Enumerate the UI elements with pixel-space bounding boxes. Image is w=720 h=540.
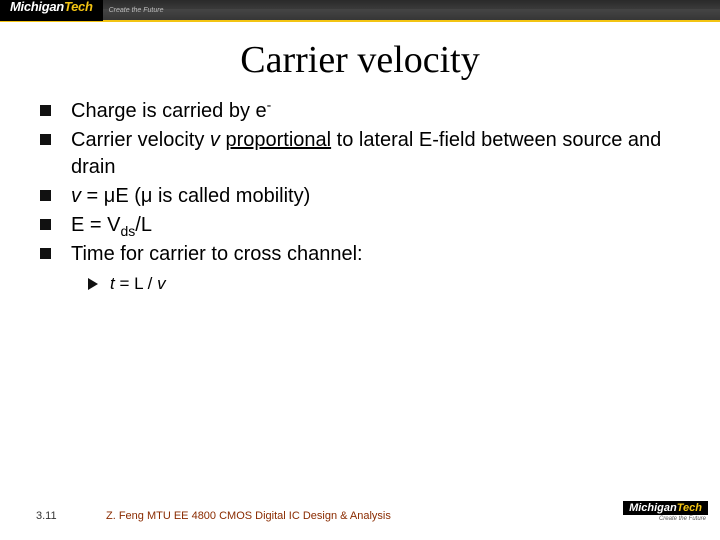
- text-underline: proportional: [225, 129, 331, 151]
- logo-text-tech: Tech: [64, 0, 93, 14]
- footer-logo-michigan: Michigan: [629, 502, 677, 514]
- footer-course: Z. Feng MTU EE 4800 CMOS Digital IC Desi…: [106, 510, 391, 522]
- header-tagline: Create the Future: [109, 7, 164, 14]
- square-bullet-icon: [40, 219, 51, 230]
- bullet-item: Time for carrier to cross channel:: [40, 241, 690, 268]
- bullet-item: v = μE (μ is called mobility): [40, 183, 690, 210]
- text: Charge is carried by e: [71, 100, 267, 122]
- triangle-bullet-icon: [88, 278, 98, 290]
- text-sub: ds: [120, 223, 135, 239]
- text-italic: v: [210, 129, 220, 151]
- footer: 3.11 Z. Feng MTU EE 4800 CMOS Digital IC…: [0, 502, 720, 530]
- bullet-text: Carrier velocity v proportional to later…: [71, 127, 690, 181]
- bullet-text: Charge is carried by e-: [71, 98, 690, 125]
- sub-bullet-item: t = L / v: [88, 274, 690, 294]
- bullet-item: Charge is carried by e-: [40, 98, 690, 125]
- square-bullet-icon: [40, 248, 51, 259]
- text: =: [81, 185, 104, 207]
- slide: MichiganTech Create the Future Carrier v…: [0, 0, 720, 540]
- page-number: 3.11: [36, 510, 96, 522]
- text-italic: v: [157, 274, 166, 293]
- logo-text-michigan: Michigan: [10, 0, 64, 14]
- bullet-item: E = Vds/L: [40, 212, 690, 239]
- text: is called mobility): [152, 185, 310, 207]
- sub-bullet-text: t = L / v: [110, 274, 166, 294]
- footer-logo-tech: Tech: [677, 502, 702, 514]
- content-area: Charge is carried by e- Carrier velocity…: [40, 98, 690, 294]
- text: E (: [115, 185, 141, 207]
- text-mu: μ: [104, 185, 116, 207]
- footer-logo-box: MichiganTech: [623, 501, 708, 515]
- text: Time for carrier to cross channel:: [71, 243, 363, 265]
- text: Carrier velocity: [71, 129, 210, 151]
- footer-tagline: Create the Future: [659, 516, 706, 522]
- text-italic: v: [71, 185, 81, 207]
- text: E = V: [71, 214, 120, 236]
- bullet-item: Carrier velocity v proportional to later…: [40, 127, 690, 181]
- bullet-text: v = μE (μ is called mobility): [71, 183, 690, 210]
- text-mu: μ: [141, 185, 153, 207]
- slide-title: Carrier velocity: [0, 38, 720, 82]
- header-logo: MichiganTech: [0, 0, 103, 21]
- square-bullet-icon: [40, 190, 51, 201]
- header-bar: MichiganTech Create the Future: [0, 0, 720, 22]
- text-sup: -: [267, 96, 272, 112]
- bullet-text: Time for carrier to cross channel:: [71, 241, 690, 268]
- square-bullet-icon: [40, 105, 51, 116]
- square-bullet-icon: [40, 134, 51, 145]
- bullet-text: E = Vds/L: [71, 212, 690, 239]
- text: /L: [135, 214, 152, 236]
- text: = L /: [115, 274, 157, 293]
- footer-logo: MichiganTech Create the Future: [623, 501, 708, 522]
